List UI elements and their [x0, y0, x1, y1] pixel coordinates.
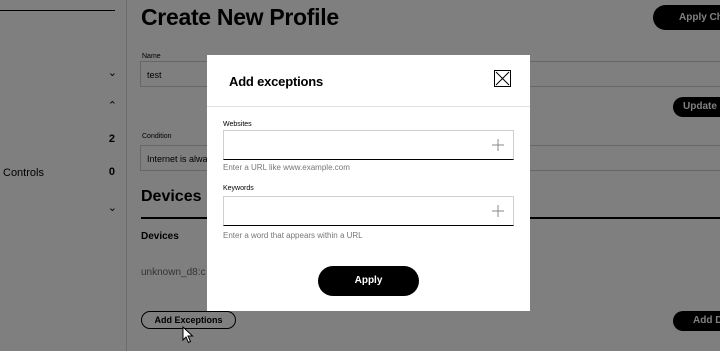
dialog-divider: [207, 106, 530, 107]
add-keyword-button[interactable]: [491, 203, 505, 219]
keywords-field: [223, 196, 514, 226]
add-exceptions-dialog: Add exceptions Websites Enter a URL like…: [207, 55, 530, 311]
websites-field: [223, 130, 514, 160]
keywords-help-text: Enter a word that appears within a URL: [223, 231, 363, 240]
dialog-title: Add exceptions: [229, 74, 323, 89]
close-button[interactable]: [494, 70, 511, 87]
mouse-pointer-icon: [182, 326, 194, 344]
keywords-input[interactable]: [224, 197, 486, 225]
plus-icon: [492, 139, 504, 151]
websites-help-text: Enter a URL like www.example.com: [223, 163, 350, 172]
close-icon: [495, 71, 510, 86]
apply-button[interactable]: Apply: [318, 266, 419, 296]
keywords-label: Keywords: [223, 185, 254, 192]
websites-input[interactable]: [224, 131, 486, 159]
add-website-button[interactable]: [491, 137, 505, 153]
plus-icon: [492, 205, 504, 217]
websites-label: Websites: [223, 121, 252, 128]
